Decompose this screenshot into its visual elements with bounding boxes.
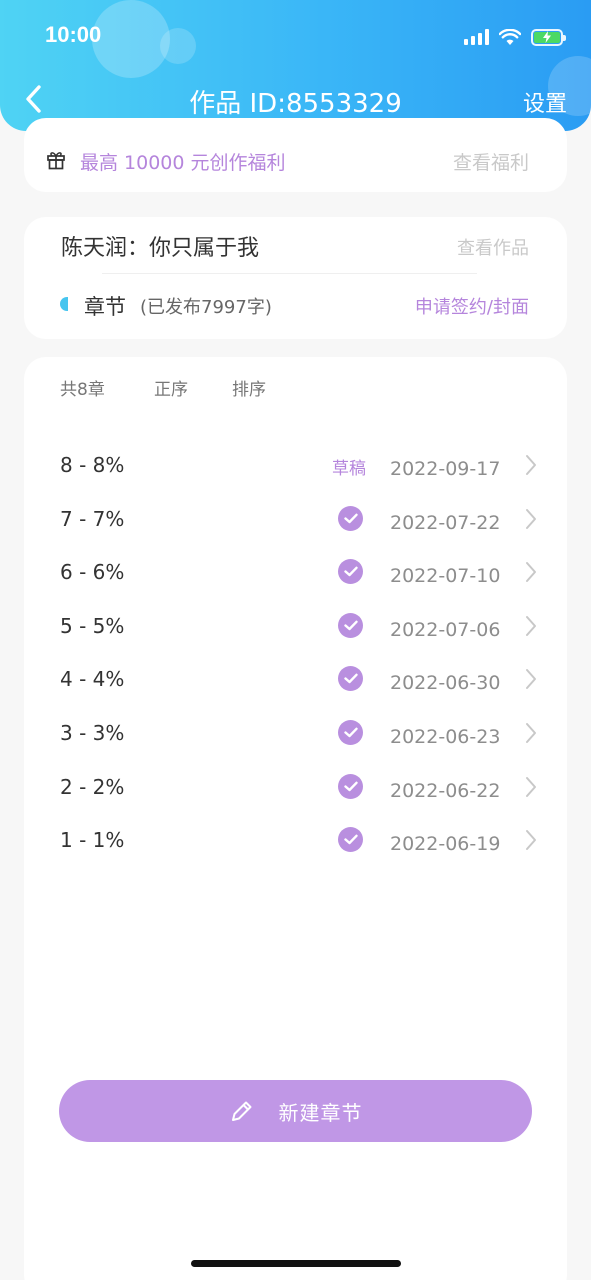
chapter-date: 2022-06-22 bbox=[390, 779, 501, 802]
chapter-title: 6 - 6% bbox=[60, 560, 125, 585]
decor-bubble bbox=[160, 28, 196, 64]
chevron-right-icon bbox=[524, 508, 538, 534]
page-title: 作品 ID:8553329 bbox=[189, 89, 402, 119]
status-time: 10:00 bbox=[45, 22, 102, 47]
chapter-title: 1 - 1% bbox=[60, 828, 125, 853]
chapter-row[interactable]: 5 - 5% 2022-07-06 bbox=[24, 611, 567, 651]
chapter-title: 5 - 5% bbox=[60, 613, 125, 638]
published-check-icon bbox=[338, 666, 363, 692]
chapter-title: 8 - 8% bbox=[60, 453, 125, 477]
new-chapter-label: 新建章节 bbox=[278, 1100, 363, 1125]
gift-icon bbox=[47, 152, 65, 170]
battery-charging-icon bbox=[531, 28, 566, 46]
published-check-icon bbox=[338, 773, 363, 799]
chevron-right-icon bbox=[524, 722, 538, 748]
home-indicator bbox=[191, 1260, 401, 1267]
chapter-date: 2022-06-30 bbox=[390, 672, 501, 695]
chapter-title: 3 - 3% bbox=[60, 721, 125, 745]
signal-icon bbox=[464, 29, 489, 45]
chevron-right-icon bbox=[524, 561, 538, 587]
chapter-date: 2022-06-19 bbox=[390, 833, 501, 856]
chapter-marker bbox=[60, 297, 68, 311]
chapter-row[interactable]: 3 - 3% 2022-06-23 bbox=[24, 718, 567, 758]
chapter-date: 2022-07-10 bbox=[390, 565, 501, 588]
chapter-title: 4 - 4% bbox=[60, 667, 125, 692]
chevron-right-icon bbox=[524, 829, 538, 855]
published-check-icon bbox=[338, 827, 363, 853]
chapter-date: 2022-07-22 bbox=[390, 511, 501, 534]
draft-badge: 草稿 bbox=[332, 459, 366, 479]
settings-button[interactable]: 设置 bbox=[523, 86, 567, 118]
chevron-right-icon bbox=[524, 668, 538, 694]
chapter-row[interactable]: 1 - 1% 2022-06-19 bbox=[24, 825, 567, 865]
view-work-link[interactable]: 查看作品 bbox=[457, 234, 529, 260]
chapter-row[interactable]: 8 - 8% 草稿 2022-09-17 bbox=[24, 450, 567, 490]
welfare-text: 最高 10000 元创作福利 bbox=[80, 152, 286, 174]
work-card: 陈天润：你只属于我 查看作品 章节 (已发布7997字) 申请签约/封面 bbox=[24, 217, 567, 339]
wifi-icon bbox=[499, 28, 521, 45]
decor-bubble bbox=[92, 0, 170, 78]
pencil-icon bbox=[231, 1101, 251, 1121]
work-title: 陈天润：你只属于我 bbox=[61, 236, 260, 261]
chapter-row[interactable]: 6 - 6% 2022-07-10 bbox=[24, 557, 567, 597]
published-check-icon bbox=[338, 559, 363, 585]
chapter-row[interactable]: 2 - 2% 2022-06-22 bbox=[24, 772, 567, 812]
status-icons bbox=[464, 26, 566, 48]
divider bbox=[102, 273, 477, 274]
welfare-card: 最高 10000 元创作福利 查看福利 bbox=[24, 118, 567, 192]
sort-button[interactable]: 排序 bbox=[232, 375, 266, 400]
chapter-date: 2022-06-23 bbox=[390, 726, 501, 748]
chapter-title: 7 - 7% bbox=[60, 506, 125, 531]
chapter-total: 共8章 bbox=[60, 380, 105, 400]
chapter-row[interactable]: 7 - 7% 2022-07-22 bbox=[24, 504, 567, 544]
chevron-right-icon bbox=[524, 776, 538, 802]
chapter-row[interactable]: 4 - 4% 2022-06-30 bbox=[24, 664, 567, 704]
header: 10:00 作品 ID:8553329 设置 bbox=[0, 0, 591, 131]
chevron-right-icon bbox=[524, 615, 538, 641]
view-welfare-link[interactable]: 查看福利 bbox=[453, 148, 529, 175]
chapter-word-count: (已发布7997字) bbox=[140, 297, 272, 318]
chevron-right-icon bbox=[524, 454, 538, 480]
published-check-icon bbox=[338, 720, 363, 745]
chapter-date: 2022-07-06 bbox=[390, 618, 501, 641]
chapter-title: 2 - 2% bbox=[60, 774, 125, 799]
published-check-icon bbox=[338, 612, 363, 638]
apply-sign-cover-link[interactable]: 申请签约/封面 bbox=[415, 293, 529, 319]
published-check-icon bbox=[338, 505, 363, 531]
chapter-label: 章节 bbox=[84, 295, 126, 319]
new-chapter-button[interactable]: 新建章节 bbox=[59, 1080, 532, 1142]
order-asc-button[interactable]: 正序 bbox=[154, 375, 188, 400]
chapter-date: 2022-09-17 bbox=[390, 458, 501, 480]
